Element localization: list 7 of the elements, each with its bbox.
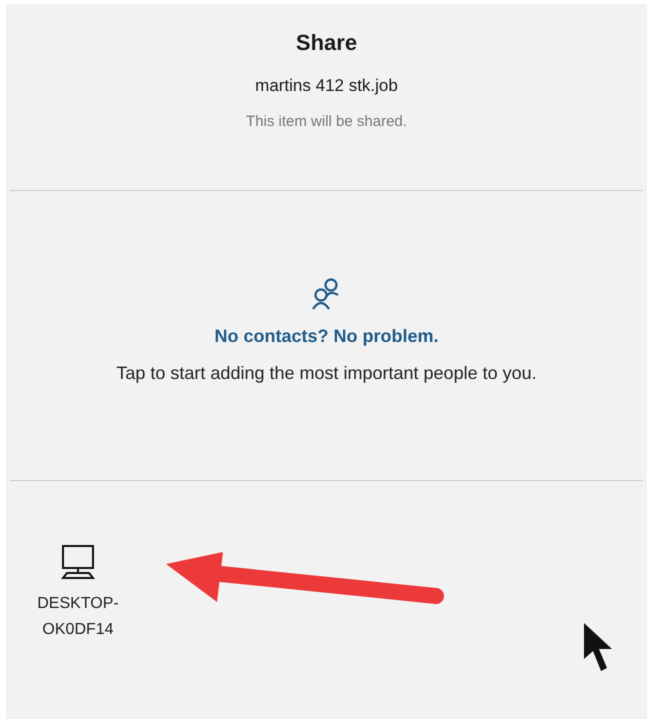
panel-title: Share xyxy=(296,29,358,57)
device-tile[interactable]: DESKTOP-OK0DF14 xyxy=(22,545,134,643)
item-subtitle: This item will be shared. xyxy=(246,112,407,132)
item-name: martins 412 stk.job xyxy=(255,75,398,97)
contacts-message: Tap to start adding the most important people to you. xyxy=(116,362,537,385)
contacts-heading[interactable]: No contacts? No problem. xyxy=(214,323,438,350)
computer-icon xyxy=(60,545,96,579)
